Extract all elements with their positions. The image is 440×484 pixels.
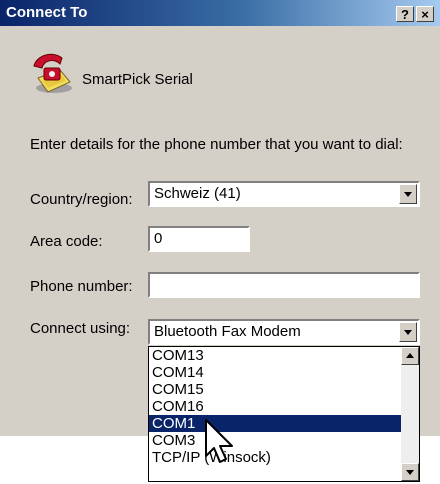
connect-using-select[interactable]: Bluetooth Fax Modem	[148, 319, 420, 345]
chevron-down-icon[interactable]	[399, 322, 417, 342]
phone-number-input[interactable]	[148, 272, 420, 298]
list-item[interactable]: COM14	[149, 364, 401, 381]
area-code-input[interactable]: 0	[148, 226, 250, 252]
close-button[interactable]: ×	[416, 6, 434, 22]
connect-using-value: Bluetooth Fax Modem	[154, 323, 301, 340]
connection-name: SmartPick Serial	[82, 71, 193, 88]
list-item[interactable]: COM15	[149, 381, 401, 398]
area-code-label: Area code:	[30, 233, 103, 250]
connect-using-label: Connect using:	[30, 320, 131, 337]
mouse-pointer-icon	[205, 419, 233, 463]
scroll-down-button[interactable]	[401, 463, 419, 481]
country-region-label: Country/region:	[30, 191, 133, 208]
list-item-selected[interactable]: COM1	[149, 415, 401, 432]
chevron-up-icon	[406, 353, 414, 358]
list-item[interactable]: COM3	[149, 432, 401, 449]
list-scrollbar[interactable]	[401, 347, 419, 481]
chevron-down-icon[interactable]	[399, 184, 417, 204]
window-title: Connect To	[6, 4, 88, 21]
connect-using-dropdown-list[interactable]: COM13 COM14 COM15 COM16 COM1 COM3 TCP/IP…	[148, 346, 420, 482]
instructions-text: Enter details for the phone number that …	[30, 136, 403, 153]
phone-icon	[33, 53, 72, 93]
list-item[interactable]: COM16	[149, 398, 401, 415]
help-button[interactable]: ?	[396, 6, 414, 22]
title-bar[interactable]: Connect To ? ×	[0, 0, 440, 26]
list-item[interactable]: COM13	[149, 347, 401, 364]
country-region-value: Schweiz (41)	[154, 185, 241, 202]
list-item[interactable]: TCP/IP (Winsock)	[149, 449, 401, 466]
chevron-down-icon	[406, 470, 414, 475]
scroll-up-button[interactable]	[401, 347, 419, 365]
country-region-select[interactable]: Schweiz (41)	[148, 181, 420, 207]
phone-number-label: Phone number:	[30, 278, 133, 295]
